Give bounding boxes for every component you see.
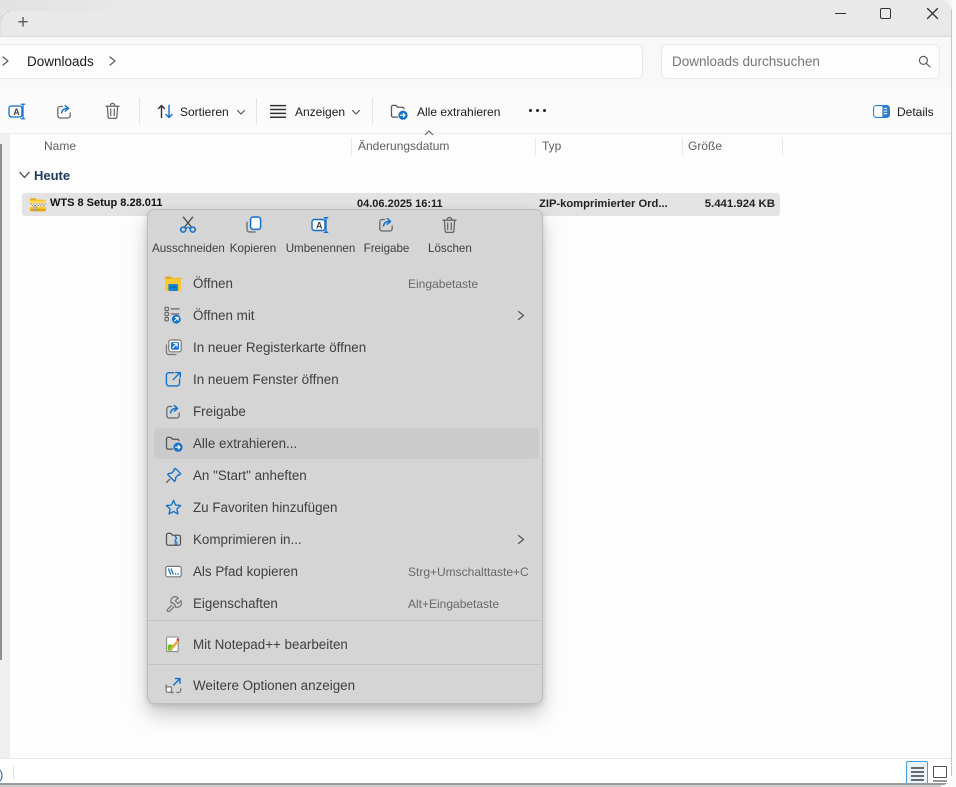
svg-text:A: A bbox=[13, 107, 20, 117]
svg-text:A: A bbox=[316, 220, 323, 230]
